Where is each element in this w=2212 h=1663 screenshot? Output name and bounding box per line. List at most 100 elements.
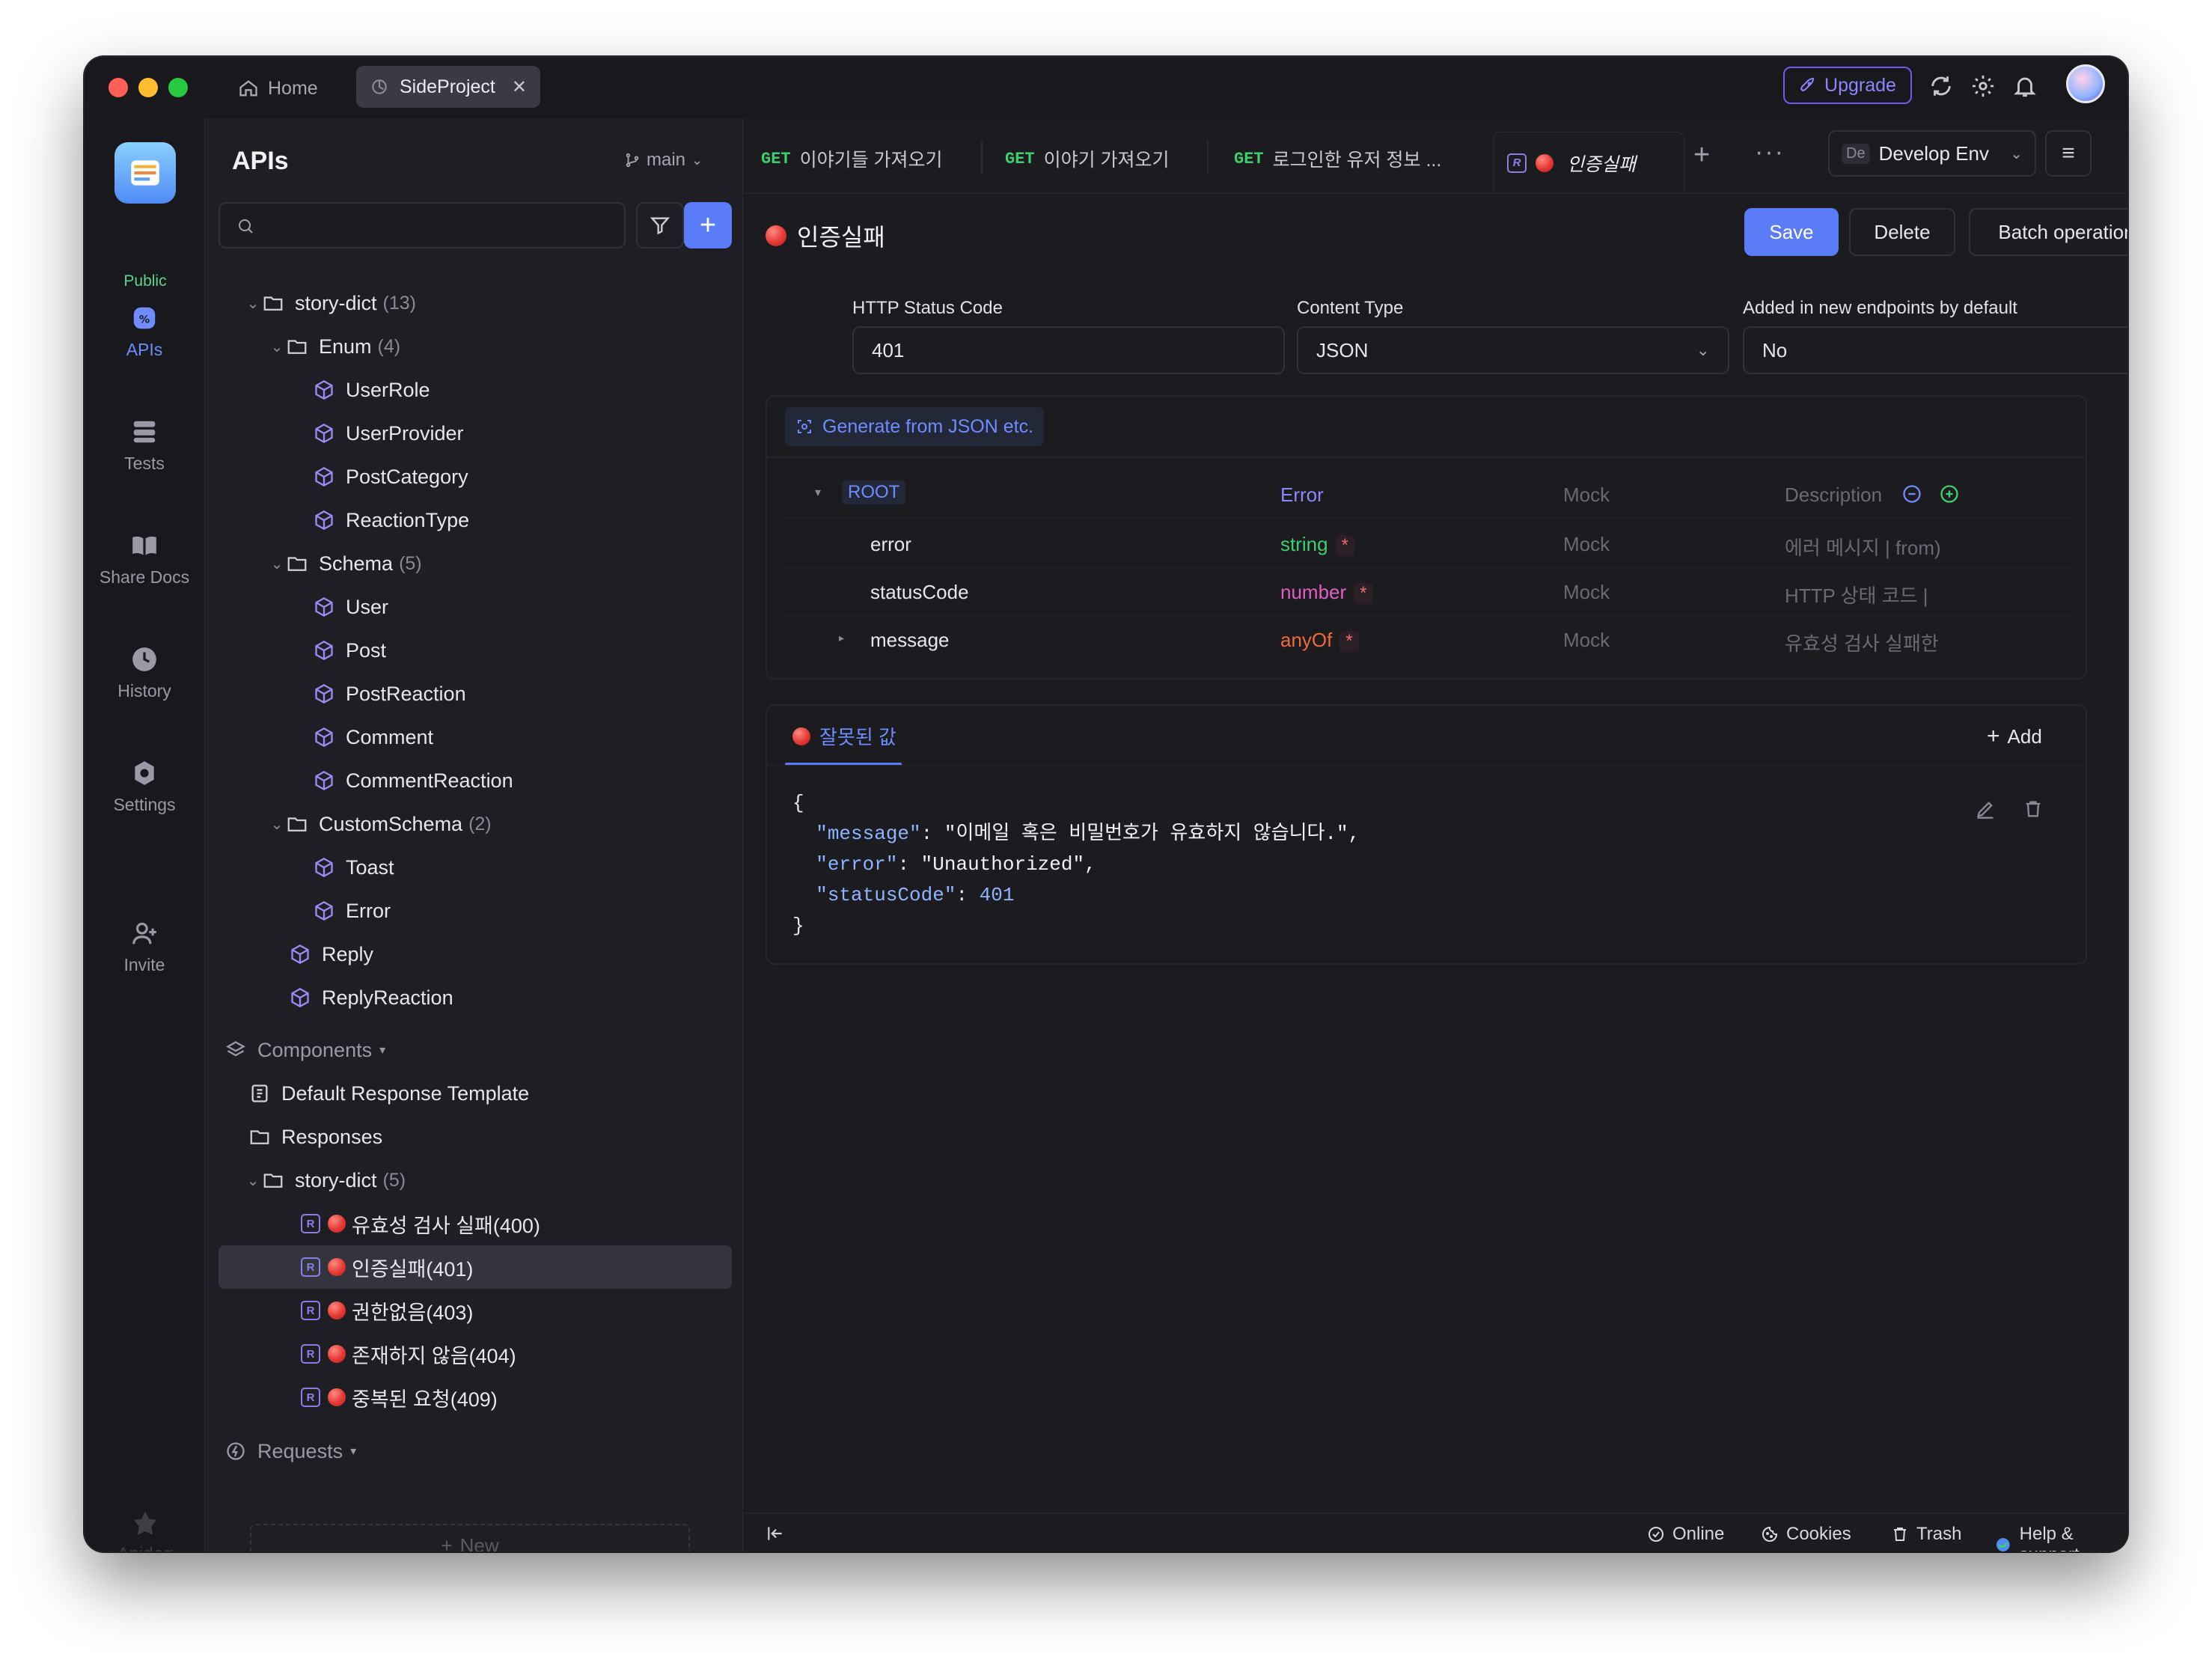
response-item[interactable]: R 유효성 검사 실패(400): [205, 1202, 744, 1245]
components-section[interactable]: Components ▾: [205, 1028, 744, 1072]
default-response-template[interactable]: Default Response Template: [205, 1072, 744, 1115]
code-value: 401: [979, 884, 1015, 906]
rail-share-docs[interactable]: Share Docs: [85, 531, 204, 588]
help-label: Help & support: [2019, 1524, 2080, 1551]
tree-schema-item[interactable]: CommentReaction: [205, 759, 744, 802]
status-code-value: 401: [872, 338, 905, 361]
chevron-down-icon: ⌄: [2010, 145, 2023, 162]
request-tab-bar: GET 이야기들 가져오기 GET 이야기 가져오기 GET 로그인한 유저 정…: [743, 118, 2127, 194]
field-mock: Mock: [1563, 629, 1610, 651]
add-field-icon[interactable]: [1939, 483, 1960, 504]
rail-apis[interactable]: % APIs: [85, 304, 204, 360]
responses-folder[interactable]: Responses: [205, 1115, 744, 1159]
tree-schema-item[interactable]: ReactionType: [205, 498, 744, 542]
save-button[interactable]: Save: [1744, 208, 1839, 256]
close-tab-icon[interactable]: ✕: [512, 76, 527, 98]
environment-selector[interactable]: De Develop Env ⌄: [1828, 130, 2036, 177]
tree-label: PostReaction: [346, 682, 466, 705]
collapse-all-icon[interactable]: [1901, 483, 1922, 504]
tree-schema-item[interactable]: UserProvider: [205, 412, 744, 455]
tree-schema-item[interactable]: Post: [205, 629, 744, 672]
collapse-sidebar-icon[interactable]: [766, 1524, 785, 1543]
hamburger-menu-icon[interactable]: ≡: [2045, 130, 2092, 177]
home-tab[interactable]: Home: [238, 70, 318, 106]
bell-icon[interactable]: [2012, 73, 2038, 99]
rail-invite[interactable]: Invite: [85, 919, 204, 975]
rail-tests[interactable]: Tests: [85, 418, 204, 474]
code-open-brace: {: [792, 792, 804, 814]
batch-operations-button[interactable]: Batch operations: [1969, 208, 2127, 256]
example-json-code[interactable]: { "message": "이메일 혹은 비밀번호가 유효하지 않습니다.", …: [792, 788, 1360, 942]
tree-schema-item[interactable]: Reply: [205, 933, 744, 976]
user-avatar[interactable]: [2066, 64, 2105, 103]
new-tab-plus-icon[interactable]: +: [1693, 139, 1710, 171]
tree-label: Toast: [346, 855, 394, 879]
tree-schema-item[interactable]: Toast: [205, 846, 744, 889]
minimize-window-button[interactable]: [138, 78, 158, 97]
tree-schema-item[interactable]: UserRole: [205, 368, 744, 412]
settings-gear-icon[interactable]: [1970, 73, 1996, 99]
new-request-button[interactable]: + New: [250, 1524, 690, 1551]
trash-icon[interactable]: [2023, 799, 2044, 820]
filter-button[interactable]: [636, 202, 684, 248]
schema-field-row[interactable]: statusCode number * Mock HTTP 상태 코드 |: [767, 567, 2086, 615]
tree-folder-story-dict[interactable]: ⌄ story-dict (13): [205, 281, 744, 325]
rail-history[interactable]: History: [85, 645, 204, 701]
response-item[interactable]: R 중복된 요청(409): [205, 1376, 744, 1419]
tree-schema-item[interactable]: User: [205, 585, 744, 629]
request-tab[interactable]: GET 이야기 가져오기: [1005, 145, 1170, 172]
tree-label: ReactionType: [346, 508, 470, 531]
schema-root-row[interactable]: ▾ ROOT Error Mock Description: [767, 470, 2086, 518]
request-tab[interactable]: GET 이야기들 가져오기: [761, 145, 943, 172]
response-item-selected[interactable]: R 인증실패(401): [219, 1245, 732, 1289]
add-api-button[interactable]: +: [684, 202, 732, 248]
check-circle-icon: [1649, 1527, 1663, 1542]
generate-from-json-button[interactable]: Generate from JSON etc.: [785, 407, 1045, 446]
tree-folder-enum[interactable]: ⌄ Enum (4): [205, 325, 744, 368]
caret-right-icon[interactable]: ▸: [839, 632, 844, 644]
project-tab[interactable]: SideProject ✕: [356, 66, 540, 108]
branch-selector[interactable]: main ⌄: [624, 150, 703, 171]
help-support-button[interactable]: Help & support: [1994, 1524, 2127, 1551]
rail-settings[interactable]: Settings: [85, 759, 204, 815]
upgrade-button[interactable]: Upgrade: [1783, 67, 1912, 104]
tree-folder-story-dict-responses[interactable]: ⌄ story-dict (5): [205, 1159, 744, 1202]
tree-schema-item[interactable]: ReplyReaction: [205, 976, 744, 1019]
rail-history-label: History: [117, 681, 171, 701]
tree-schema-item[interactable]: PostReaction: [205, 672, 744, 715]
maximize-window-button[interactable]: [168, 78, 188, 97]
tree-label: Post: [346, 638, 387, 662]
tree-schema-item[interactable]: Error: [205, 889, 744, 933]
delete-button[interactable]: Delete: [1849, 208, 1955, 256]
status-code-input[interactable]: 401: [852, 326, 1285, 374]
tree-schema-item[interactable]: Comment: [205, 715, 744, 759]
project-logo[interactable]: [114, 142, 176, 204]
active-response-tab[interactable]: R 인증실패: [1493, 132, 1684, 193]
cookies-button[interactable]: Cookies: [1761, 1524, 1851, 1545]
sync-icon[interactable]: [1928, 73, 1954, 99]
title-bar: Home SideProject ✕ Upgrade: [85, 57, 2127, 118]
code-line: "statusCode": 401: [816, 884, 1015, 906]
more-tabs-icon[interactable]: ···: [1755, 138, 1785, 167]
requests-section[interactable]: Requests ▾: [205, 1429, 744, 1473]
add-example-button[interactable]: + Add: [1987, 724, 2042, 749]
sidebar-search-input[interactable]: [219, 202, 626, 248]
online-status[interactable]: Online: [1647, 1524, 1724, 1545]
example-tab[interactable]: 잘못된 값: [792, 722, 896, 750]
schema-field-row[interactable]: error string * Mock 에러 메시지 | from): [767, 519, 2086, 567]
project-logo-icon: [131, 160, 159, 186]
edit-pencil-icon[interactable]: [1975, 799, 1996, 820]
response-item[interactable]: R 존재하지 않음(404): [205, 1332, 744, 1376]
request-tab[interactable]: GET 로그인한 유저 정보 ...: [1234, 145, 1441, 172]
tree-folder-schema[interactable]: ⌄ Schema (5): [205, 542, 744, 585]
default-endpoints-select[interactable]: No ⌄: [1743, 326, 2127, 374]
close-window-button[interactable]: [109, 78, 128, 97]
tree-folder-customschema[interactable]: ⌄ CustomSchema (2): [205, 802, 744, 846]
content-type-select[interactable]: JSON ⌄: [1297, 326, 1729, 374]
response-item[interactable]: R 권한없음(403): [205, 1289, 744, 1332]
tree-schema-item[interactable]: PostCategory: [205, 455, 744, 498]
red-circle-icon: [792, 727, 810, 745]
trash-button[interactable]: Trash: [1891, 1524, 1961, 1545]
schema-field-row[interactable]: ▸ message anyOf * Mock 유효성 검사 실패한: [767, 615, 2086, 663]
tree-label: CustomSchema: [319, 812, 463, 835]
